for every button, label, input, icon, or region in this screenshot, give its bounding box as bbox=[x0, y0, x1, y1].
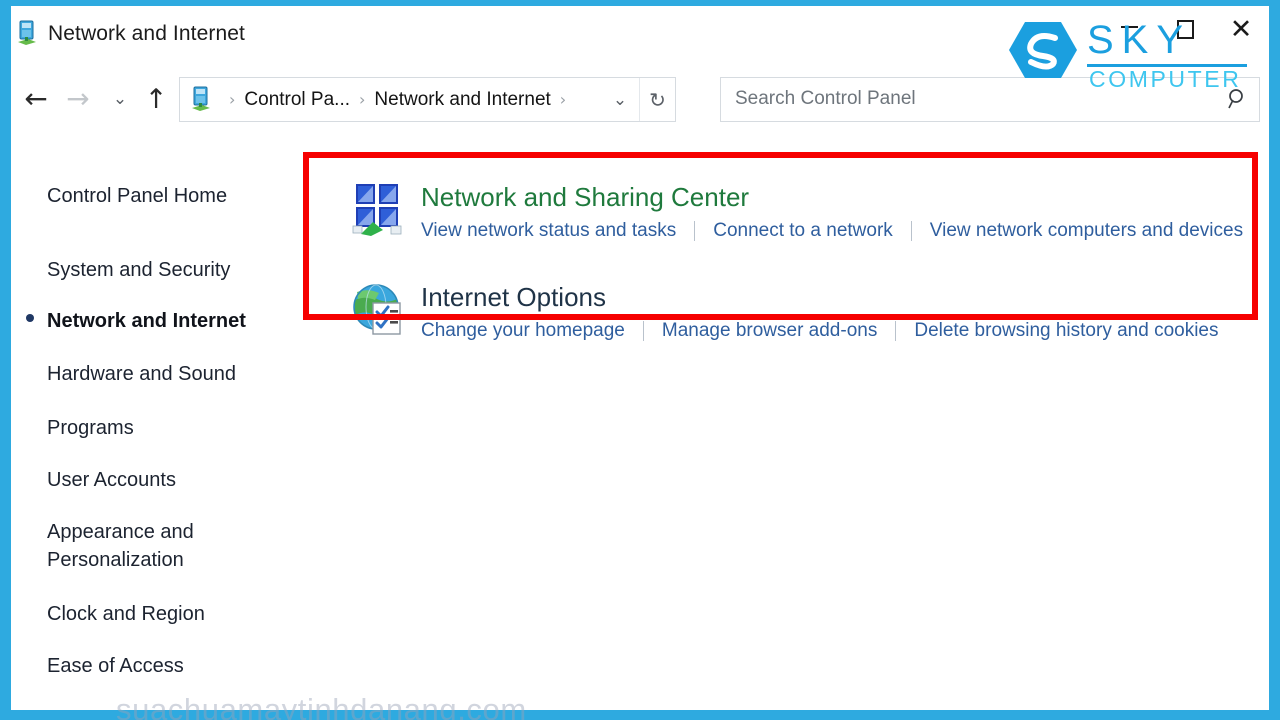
control-panel-window: Network and Internet ✕ ← → ⌄ ↑ › Control… bbox=[11, 6, 1269, 720]
search-icon bbox=[1226, 87, 1250, 111]
link-change-your-homepage[interactable]: Change your homepage bbox=[421, 320, 625, 342]
breadcrumb-separator-1: › bbox=[359, 90, 366, 109]
sidebar-item-user-accounts[interactable]: User Accounts bbox=[47, 466, 176, 494]
minimize-icon bbox=[1120, 26, 1138, 28]
search-input[interactable]: Search Control Panel bbox=[735, 88, 916, 110]
selected-item-bullet bbox=[26, 314, 34, 322]
window-title: Network and Internet bbox=[48, 22, 245, 45]
network-sharing-center-icon bbox=[351, 182, 405, 236]
address-bar[interactable]: › Control Pa... › Network and Internet ›… bbox=[179, 77, 676, 122]
window-controls: ✕ bbox=[1101, 6, 1269, 54]
close-icon: ✕ bbox=[1229, 13, 1253, 44]
link-divider bbox=[895, 321, 897, 341]
sidebar-item-hardware-and-sound[interactable]: Hardware and Sound bbox=[47, 360, 236, 388]
up-button[interactable]: ↑ bbox=[139, 82, 173, 116]
breadcrumb-separator-2[interactable]: › bbox=[560, 90, 566, 109]
link-divider bbox=[642, 321, 644, 341]
search-box[interactable]: Search Control Panel bbox=[720, 77, 1260, 122]
back-button[interactable]: ← bbox=[19, 82, 53, 116]
minimize-button[interactable] bbox=[1101, 6, 1157, 52]
category-links: View network status and tasks Connect to… bbox=[421, 220, 1243, 242]
recent-locations-button[interactable]: ⌄ bbox=[103, 82, 137, 116]
content-area: Control Panel Home System and Security N… bbox=[11, 134, 1269, 720]
sidebar-item-network-and-internet[interactable]: Network and Internet bbox=[47, 307, 246, 335]
breadcrumb-separator-0: › bbox=[229, 90, 236, 109]
chevron-down-icon[interactable]: ⌄ bbox=[603, 78, 637, 121]
maximize-icon bbox=[1176, 19, 1194, 39]
sidebar-item-ease-of-access[interactable]: Ease of Access bbox=[47, 652, 184, 680]
close-button[interactable]: ✕ bbox=[1213, 6, 1269, 52]
refresh-icon[interactable]: ↻ bbox=[639, 78, 675, 121]
internet-options-globe-icon bbox=[351, 282, 405, 336]
breadcrumb-item-0[interactable]: Control Pa... bbox=[244, 89, 350, 111]
sidebar: Control Panel Home System and Security N… bbox=[11, 134, 303, 710]
sidebar-item-clock-and-region[interactable]: Clock and Region bbox=[47, 600, 205, 628]
maximize-button[interactable] bbox=[1157, 6, 1213, 52]
address-network-icon bbox=[189, 86, 213, 113]
link-delete-browsing-history-and-cookies[interactable]: Delete browsing history and cookies bbox=[914, 320, 1218, 342]
link-divider bbox=[910, 221, 912, 241]
control-panel-network-icon bbox=[15, 20, 39, 46]
category-title[interactable]: Internet Options bbox=[421, 282, 606, 313]
link-view-network-computers-and-devices[interactable]: View network computers and devices bbox=[930, 220, 1243, 242]
forward-button[interactable]: → bbox=[61, 82, 95, 116]
category-title[interactable]: Network and Sharing Center bbox=[421, 182, 749, 213]
breadcrumb-item-1[interactable]: Network and Internet bbox=[374, 89, 550, 111]
sidebar-item-control-panel-home[interactable]: Control Panel Home bbox=[47, 182, 227, 210]
link-view-network-status-and-tasks[interactable]: View network status and tasks bbox=[421, 220, 676, 242]
site-watermark: suachuamaytinhdanang.com bbox=[116, 692, 527, 720]
link-manage-browser-add-ons[interactable]: Manage browser add-ons bbox=[662, 320, 877, 342]
sidebar-item-programs[interactable]: Programs bbox=[47, 414, 134, 442]
sidebar-item-appearance-and-personalization[interactable]: Appearance and Personalization bbox=[47, 518, 194, 574]
category-list: Network and Sharing Center View network … bbox=[303, 134, 1269, 710]
breadcrumb: › Control Pa... › Network and Internet › bbox=[220, 78, 575, 121]
navigation-bar: ← → ⌄ ↑ › Control Pa... › Network and In… bbox=[11, 64, 1269, 134]
category-links: Change your homepage Manage browser add-… bbox=[421, 320, 1219, 342]
link-divider bbox=[694, 221, 696, 241]
title-bar: Network and Internet ✕ bbox=[11, 6, 1269, 64]
sidebar-item-system-and-security[interactable]: System and Security bbox=[47, 256, 230, 284]
screen: Network and Internet ✕ ← → ⌄ ↑ › Control… bbox=[0, 0, 1280, 720]
link-connect-to-a-network[interactable]: Connect to a network bbox=[713, 220, 893, 242]
